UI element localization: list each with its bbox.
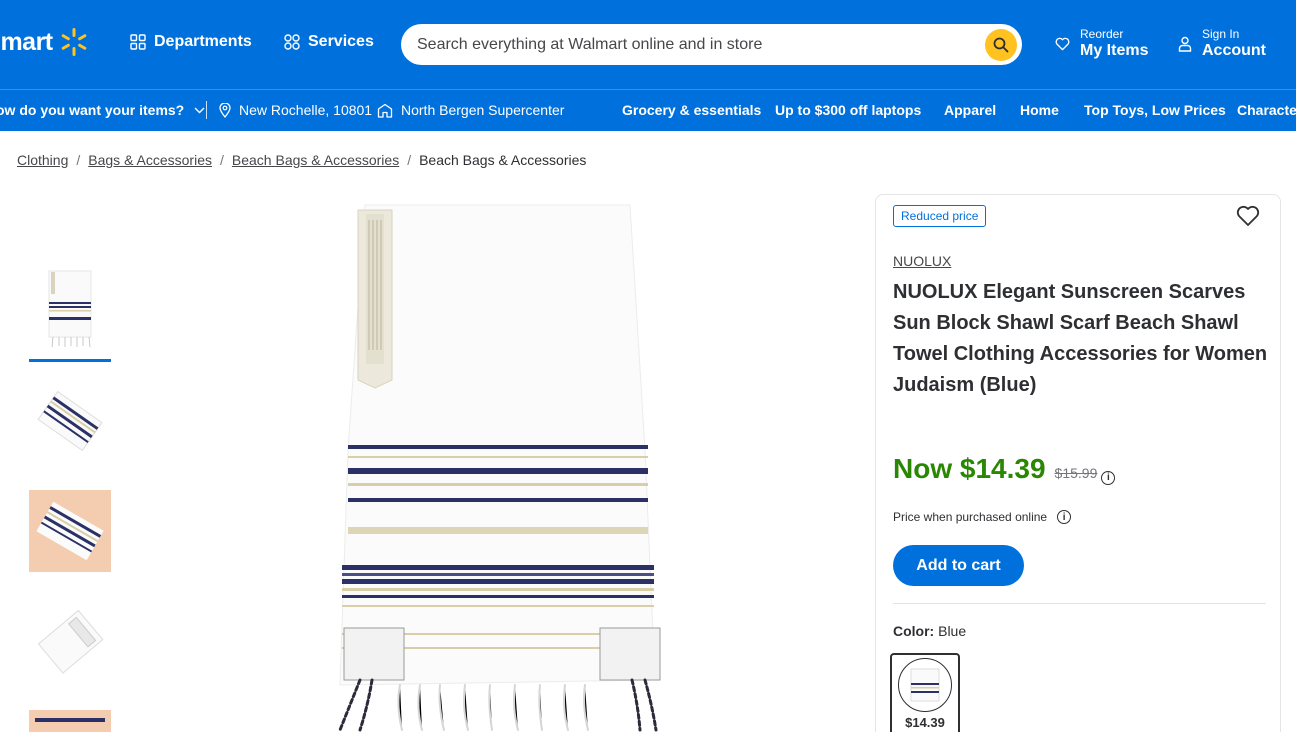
delivery-options-dropdown[interactable]: ow do you want your items?: [0, 102, 205, 118]
thumbnail-4[interactable]: [29, 600, 111, 682]
nav-link-character[interactable]: Character: [1237, 102, 1296, 118]
services-label: Services: [308, 33, 374, 50]
heart-icon: [1236, 205, 1260, 226]
favorite-button[interactable]: [1236, 205, 1260, 232]
account-label: Account: [1202, 42, 1266, 59]
price-note-text: Price when purchased online: [893, 510, 1048, 524]
breadcrumb-separator: /: [76, 152, 81, 168]
nav-link-home[interactable]: Home: [1020, 102, 1059, 118]
product-info-card: Reduced price NUOLUX NUOLUX Elegant Suns…: [875, 194, 1281, 732]
departments-button[interactable]: Departments: [130, 33, 252, 51]
thumbnail-image: [29, 710, 111, 732]
color-label-key: Color:: [893, 623, 935, 639]
store-selector[interactable]: North Bergen Supercenter: [377, 102, 564, 118]
chevron-down-icon: [194, 107, 205, 113]
breadcrumb-beach-bags[interactable]: Beach Bags & Accessories: [232, 152, 399, 168]
grid-icon: [130, 34, 146, 50]
was-price: $15.99: [1054, 465, 1098, 481]
breadcrumb-clothing[interactable]: Clothing: [17, 152, 68, 168]
color-label: Color: Blue: [893, 623, 966, 639]
services-icon: [284, 34, 300, 50]
store-icon: [377, 103, 393, 118]
thumbnail-image: [37, 390, 103, 452]
nav-link-apparel[interactable]: Apparel: [944, 102, 996, 118]
thumbnail-2[interactable]: [29, 380, 111, 462]
my-items-label: My Items: [1080, 42, 1149, 59]
search-icon: [993, 37, 1009, 52]
swatch-image: [898, 658, 952, 712]
thumbnail-image: [29, 490, 111, 572]
divider: [893, 603, 1266, 604]
search-button[interactable]: [985, 28, 1017, 61]
subnav-divider: [206, 101, 207, 119]
user-icon: [1178, 36, 1192, 52]
price-row: Now $14.39 $15.99 i: [893, 453, 1116, 485]
thumbnail-1[interactable]: [29, 268, 111, 350]
breadcrumb-bags-accessories[interactable]: Bags & Accessories: [88, 152, 212, 168]
main-product-image[interactable]: [320, 200, 680, 732]
nav-link-grocery[interactable]: Grocery & essentials: [622, 102, 761, 118]
price-note: Price when purchased online i: [893, 510, 1072, 524]
thumbnail-5[interactable]: [29, 710, 111, 732]
global-header: lmart Departments Service: [0, 0, 1296, 89]
info-icon[interactable]: i: [1057, 510, 1072, 524]
nav-link-laptops[interactable]: Up to $300 off laptops: [775, 102, 921, 118]
reduced-price-badge: Reduced price: [893, 205, 987, 227]
sub-navigation: ow do you want your items? New Rochelle,…: [0, 89, 1296, 131]
sign-in-account[interactable]: Sign In Account: [1178, 27, 1266, 61]
delivery-prompt: ow do you want your items?: [0, 102, 185, 118]
search-bar: [401, 24, 1022, 65]
location-selector[interactable]: New Rochelle, 10801: [219, 102, 372, 118]
breadcrumb-separator: /: [220, 152, 224, 168]
color-value: Blue: [938, 623, 967, 639]
nav-link-toys[interactable]: Top Toys, Low Prices: [1084, 102, 1226, 118]
breadcrumb-separator: /: [407, 152, 412, 168]
walmart-logo[interactable]: lmart: [0, 27, 89, 57]
reorder-my-items[interactable]: Reorder My Items: [1055, 27, 1148, 61]
thumbnail-image: [37, 609, 104, 674]
location-text: New Rochelle, 10801: [239, 102, 373, 118]
current-price: Now $14.39: [893, 453, 1046, 484]
brand-link[interactable]: NUOLUX: [893, 253, 951, 269]
swatch-price: $14.39: [905, 715, 945, 730]
selected-thumbnail-indicator: [29, 359, 111, 362]
reorder-label: Reorder: [1080, 27, 1124, 41]
location-pin-icon: [219, 102, 231, 118]
logo-text: lmart: [0, 27, 53, 56]
color-swatch-blue[interactable]: $14.39: [890, 653, 960, 732]
breadcrumb-current: Beach Bags & Accessories: [419, 152, 587, 168]
heart-icon: [1055, 37, 1070, 51]
add-to-cart-button[interactable]: Add to cart: [893, 545, 1024, 586]
services-button[interactable]: Services: [284, 33, 374, 51]
departments-label: Departments: [154, 33, 252, 50]
info-icon[interactable]: i: [1101, 470, 1116, 485]
store-text: North Bergen Supercenter: [401, 102, 565, 118]
thumbnail-3[interactable]: [29, 490, 111, 572]
product-title: NUOLUX Elegant Sunscreen Scarves Sun Blo…: [893, 281, 1268, 396]
thumbnail-image: [48, 270, 92, 348]
sign-in-label: Sign In: [1202, 27, 1240, 41]
spark-icon: [61, 28, 86, 56]
breadcrumb: Clothing / Bags & Accessories / Beach Ba…: [17, 152, 586, 168]
search-input[interactable]: [401, 24, 985, 65]
